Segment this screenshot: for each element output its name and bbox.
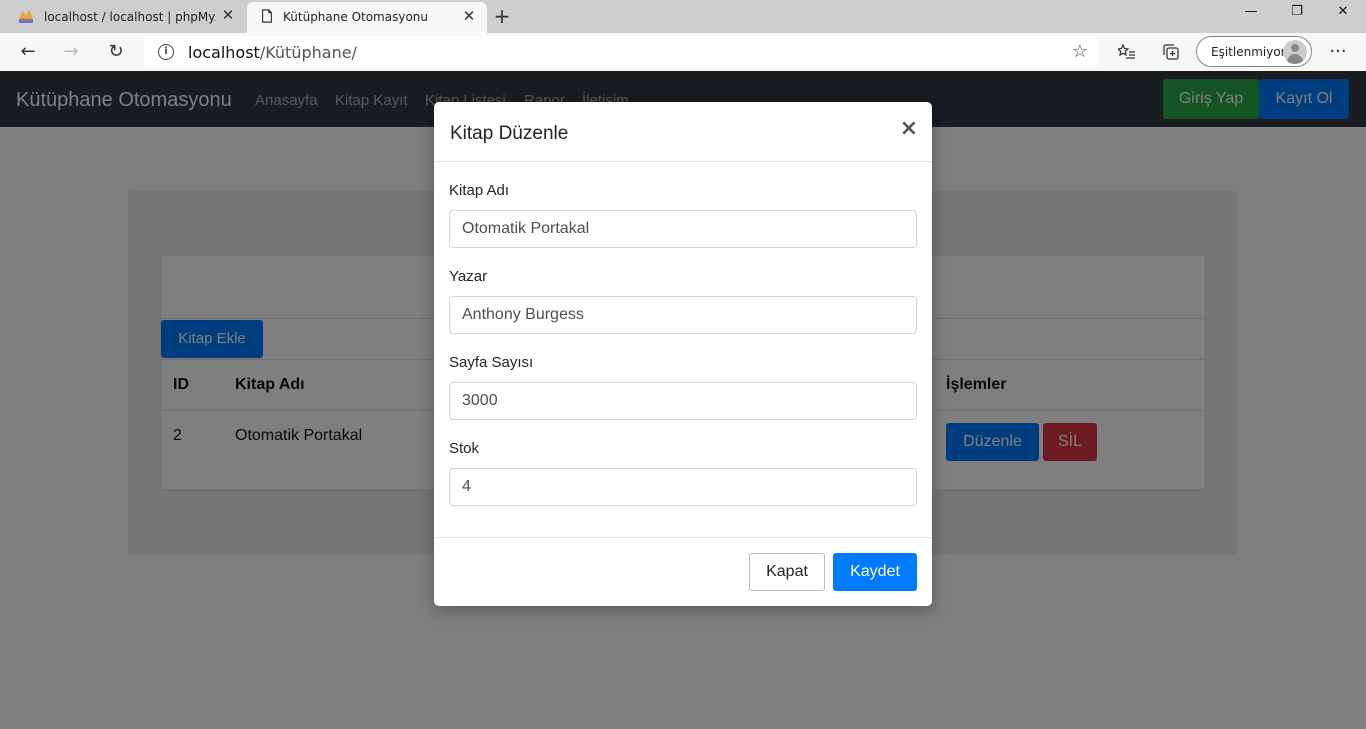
profile-sync-label: Eşitlenmiyor bbox=[1211, 45, 1286, 59]
favorites-list-icon[interactable] bbox=[1113, 38, 1141, 66]
avatar-icon bbox=[1283, 40, 1307, 64]
web-page: Kütüphane Otomasyonu Anasayfa Kitap Kayı… bbox=[0, 71, 1366, 729]
restore-icon[interactable]: ❐ bbox=[1274, 0, 1320, 28]
edit-book-modal: Kitap Düzenle × Kitap Adı Yazar Sayfa Sa… bbox=[434, 102, 932, 606]
close-tab-icon[interactable]: ✕ bbox=[220, 7, 236, 23]
modal-footer bbox=[434, 537, 932, 538]
browser-tab-strip: localhost / localhost | phpMyAdmin ✕ Küt… bbox=[0, 0, 1366, 33]
address-bar[interactable]: i localhost/Kütüphane/ ☆ bbox=[144, 36, 1098, 68]
book-name-input[interactable] bbox=[449, 210, 917, 248]
forward-arrow-icon[interactable]: → bbox=[57, 38, 85, 66]
new-tab-icon[interactable]: + bbox=[492, 6, 512, 26]
collections-icon[interactable] bbox=[1157, 38, 1185, 66]
url-text[interactable]: localhost/Kütüphane/ bbox=[188, 43, 357, 62]
close-button[interactable]: Kapat bbox=[749, 553, 825, 591]
url-path: /Kütüphane/ bbox=[259, 43, 357, 62]
tab-title: localhost / localhost | phpMyAdmin bbox=[44, 10, 216, 24]
url-host: localhost bbox=[188, 43, 260, 62]
save-button[interactable]: Kaydet bbox=[833, 553, 917, 591]
refresh-icon[interactable]: ↻ bbox=[102, 38, 130, 66]
stock-input[interactable] bbox=[449, 468, 917, 506]
close-tab-icon[interactable]: ✕ bbox=[461, 8, 477, 24]
label-kitap-adi: Kitap Adı bbox=[449, 182, 510, 199]
label-stok: Stok bbox=[449, 440, 480, 457]
phpmyadmin-icon bbox=[19, 10, 33, 23]
profile-button[interactable]: Eşitlenmiyor bbox=[1196, 36, 1312, 67]
close-window-icon[interactable]: ✕ bbox=[1320, 0, 1366, 28]
minimize-icon[interactable]: — bbox=[1228, 0, 1274, 28]
modal-header: Kitap Düzenle × bbox=[434, 102, 932, 162]
close-icon[interactable]: × bbox=[900, 118, 918, 140]
tab-title: Kütüphane Otomasyonu bbox=[283, 10, 429, 24]
modal-title: Kitap Düzenle bbox=[450, 123, 569, 144]
back-arrow-icon[interactable]: ← bbox=[14, 38, 42, 66]
label-sayfa-sayisi: Sayfa Sayısı bbox=[449, 354, 534, 371]
author-input[interactable] bbox=[449, 296, 917, 334]
label-yazar: Yazar bbox=[449, 268, 488, 285]
info-icon[interactable]: i bbox=[158, 44, 174, 60]
tab-kutuphane[interactable]: Kütüphane Otomasyonu ✕ bbox=[247, 2, 487, 33]
favorite-star-icon[interactable]: ☆ bbox=[1072, 41, 1088, 62]
browser-toolbar: ← → ↻ i localhost/Kütüphane/ ☆ Eşitlenmi… bbox=[0, 33, 1366, 71]
page-count-input[interactable] bbox=[449, 382, 917, 420]
page-icon bbox=[262, 9, 272, 23]
tab-phpmyadmin[interactable]: localhost / localhost | phpMyAdmin ✕ bbox=[0, 0, 246, 33]
more-menu-icon[interactable]: ··· bbox=[1324, 38, 1352, 66]
